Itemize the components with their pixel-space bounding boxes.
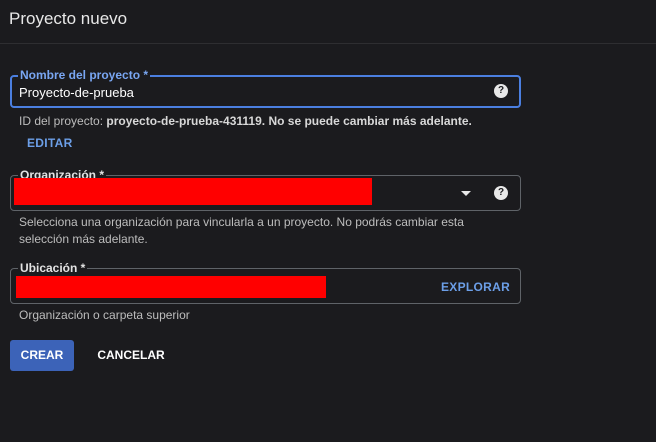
project-id-text: ID del proyecto: proyecto-de-prueba-4311… bbox=[19, 113, 472, 130]
dialog-title: Proyecto nuevo bbox=[9, 9, 128, 28]
organization-value-redacted bbox=[14, 178, 372, 205]
browse-button[interactable]: EXPLORAR bbox=[441, 280, 510, 294]
cancel-button[interactable]: CANCELAR bbox=[88, 340, 174, 371]
project-name-input[interactable]: Proyecto-de-prueba bbox=[19, 85, 134, 100]
dialog-header: Proyecto nuevo bbox=[0, 0, 656, 44]
location-value-redacted bbox=[16, 276, 326, 298]
help-circle-icon[interactable]: ? bbox=[494, 84, 508, 98]
organization-field[interactable]: Organización * ? bbox=[10, 169, 521, 211]
project-name-field[interactable]: Nombre del proyecto * Proyecto-de-prueba… bbox=[10, 69, 521, 108]
edit-project-id-button[interactable]: EDITAR bbox=[27, 136, 73, 150]
project-id-prefix: ID del proyecto: bbox=[19, 114, 107, 128]
new-project-dialog: Proyecto nuevo Nombre del proyecto * Pro… bbox=[0, 0, 656, 442]
create-button[interactable]: CREAR bbox=[10, 340, 74, 371]
organization-hint-line-2: selección más adelante. bbox=[19, 232, 148, 246]
project-name-label: Nombre del proyecto * bbox=[18, 68, 151, 82]
project-id-value: proyecto-de-prueba-431119. No se puede c… bbox=[106, 114, 472, 128]
location-hint: Organización o carpeta superior bbox=[19, 308, 190, 322]
location-label: Ubicación * bbox=[18, 261, 88, 275]
caret-down-icon[interactable] bbox=[461, 191, 471, 196]
organization-hint-line-1: Selecciona una organización para vincula… bbox=[19, 215, 464, 229]
location-field[interactable]: Ubicación * EXPLORAR bbox=[10, 262, 521, 304]
help-circle-icon[interactable]: ? bbox=[494, 186, 508, 200]
